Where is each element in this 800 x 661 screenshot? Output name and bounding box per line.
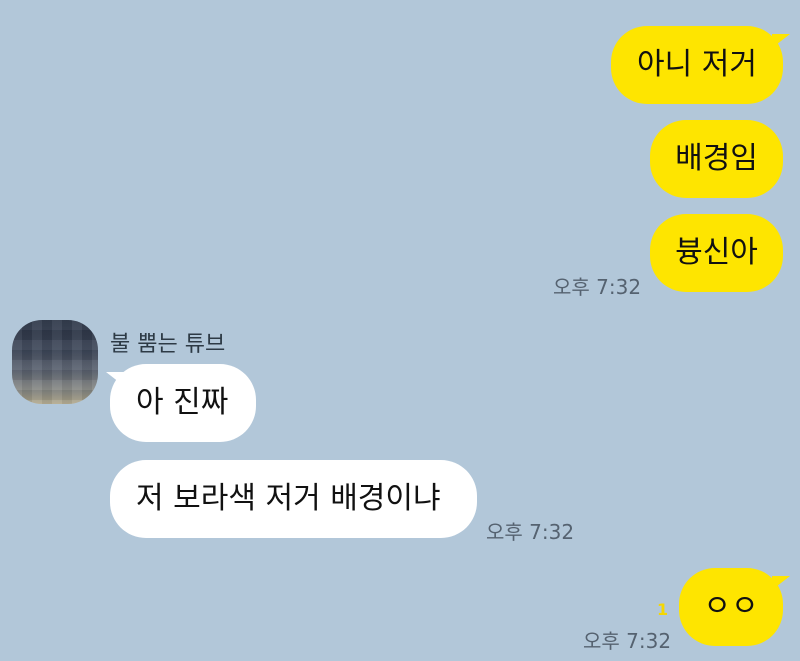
- my-message-bubble[interactable]: ㅇㅇ: [679, 568, 783, 646]
- my-message-bubble[interactable]: 배경임: [650, 120, 783, 198]
- their-message-bubble[interactable]: 아 진짜: [110, 364, 256, 442]
- my-message-bubble[interactable]: 븅신아: [650, 214, 783, 292]
- their-message-bubble[interactable]: 저 보라색 저거 배경이냐: [110, 460, 477, 538]
- bubble-tail: [772, 576, 790, 590]
- unread-count: 1: [657, 600, 669, 619]
- profile-avatar[interactable]: [12, 320, 98, 404]
- message-timestamp: 오후 7:32: [553, 275, 642, 299]
- chat-room: 아니 저거 배경임 븅신아 오후 7:32 불 뿜는 튜브 아 진짜 저 보라색…: [0, 0, 800, 661]
- message-timestamp: 오후 7:32: [486, 520, 575, 544]
- message-timestamp: 오후 7:32: [583, 629, 672, 653]
- bubble-tail: [772, 34, 790, 48]
- sender-name: 불 뿜는 튜브: [110, 332, 226, 357]
- my-message-bubble[interactable]: 아니 저거: [611, 26, 783, 104]
